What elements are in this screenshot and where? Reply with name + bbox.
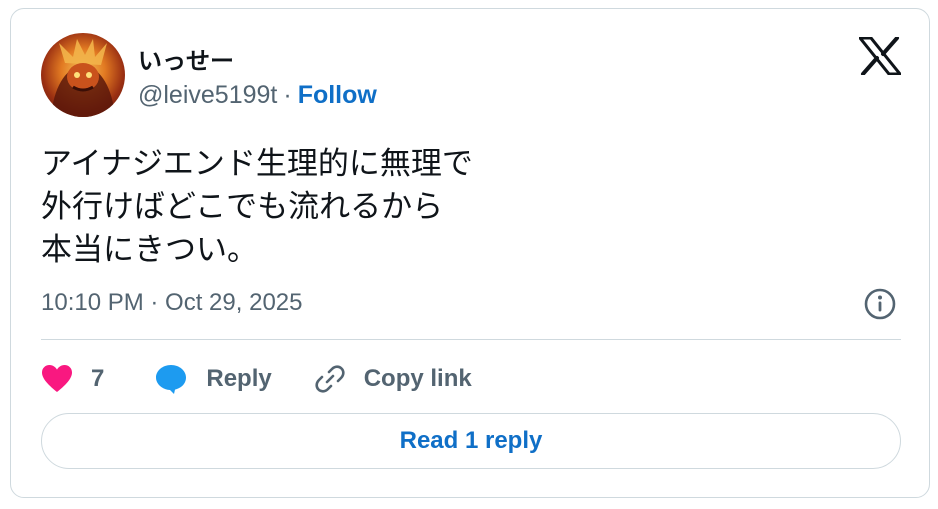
handle-row: @leive5199t · Follow <box>138 81 377 110</box>
read-replies-button[interactable]: Read 1 reply <box>41 413 901 469</box>
tweet-card: いっせー @leive5199t · Follow アイナジエンド生理的に無理で 外… <box>10 8 930 498</box>
copy-link-label: Copy link <box>363 365 472 392</box>
avatar[interactable] <box>41 33 125 117</box>
reply-label: Reply <box>206 365 272 392</box>
link-icon <box>315 365 345 393</box>
heart-icon <box>42 365 72 392</box>
tweet-text: アイナジエンド生理的に無理で 外行けばどこでも流れるから 本当にきつい。 <box>41 146 473 268</box>
like-count: 7 <box>91 365 105 392</box>
copy-link-button[interactable]: Copy link <box>314 363 472 395</box>
action-bar: 7 Reply Copy link <box>41 359 472 399</box>
divider <box>41 339 901 340</box>
user-handle[interactable]: @leive5199t <box>138 81 277 109</box>
info-icon[interactable] <box>863 287 897 321</box>
follow-button[interactable]: Follow <box>298 81 377 109</box>
reply-button[interactable]: Reply <box>154 363 272 395</box>
like-button[interactable]: 7 <box>41 364 104 394</box>
separator-dot: · <box>283 81 292 109</box>
x-logo-icon[interactable] <box>858 36 902 76</box>
timestamp[interactable]: 10:10 PM · Oct 29, 2025 <box>41 289 302 317</box>
avatar-image <box>51 39 115 117</box>
display-name[interactable]: いっせー <box>138 41 234 76</box>
speech-bubble-icon <box>156 365 187 394</box>
